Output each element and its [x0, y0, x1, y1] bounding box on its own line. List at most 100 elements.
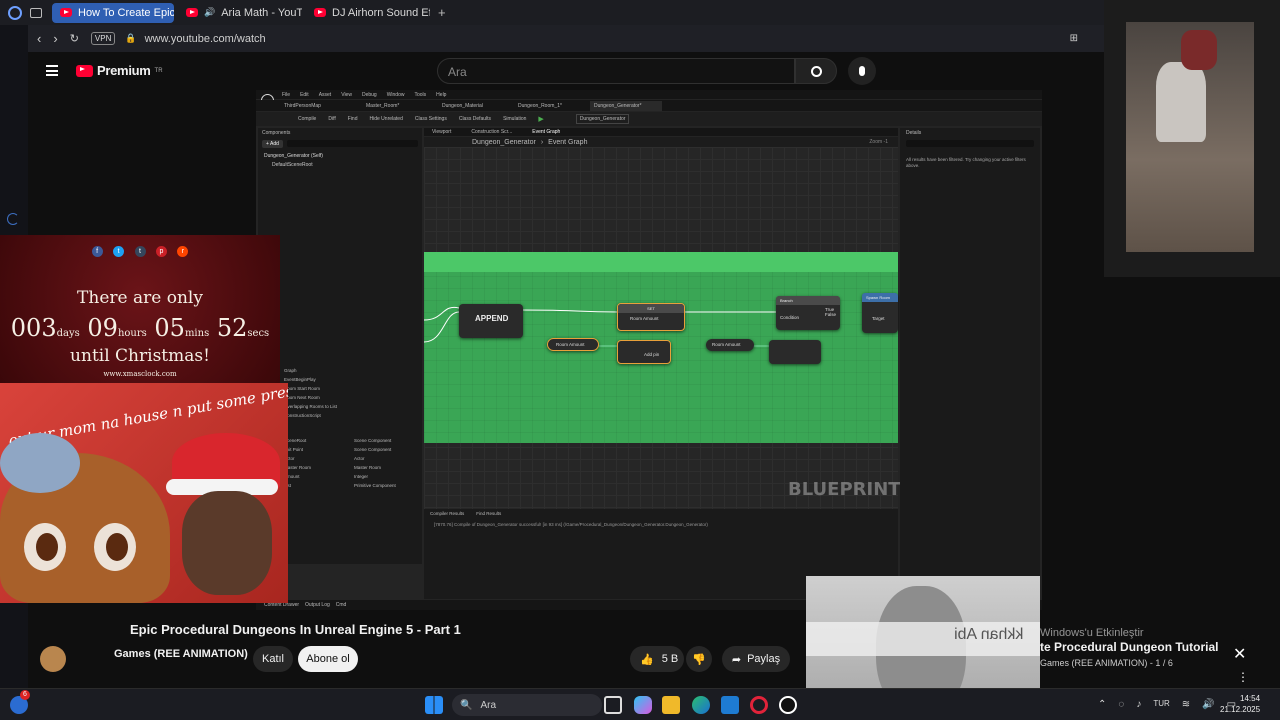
facebook-icon[interactable]: f: [91, 246, 103, 257]
network-icon[interactable]: ◌: [1118, 699, 1124, 710]
address-bar: ‹ › ↻ VPN 🔒 www.youtube.com/watch ⊞: [28, 25, 1104, 52]
menu-icon[interactable]: [46, 65, 58, 76]
windows-taskbar: 6 🔍 Ara ⌃ ◌ ♪ TUR ≋ 🔊 ▭ 14:54 21.12.2025: [0, 688, 1280, 720]
unreal-engine-icon[interactable]: [779, 696, 797, 714]
tab-viewport[interactable]: Viewport: [432, 129, 451, 135]
opera-icon[interactable]: [750, 696, 768, 714]
playlist-title[interactable]: te Procedural Dungeon Tutorial: [1040, 640, 1218, 654]
countdown-line3: until Christmas!: [70, 346, 210, 366]
tab-find-results[interactable]: Find Results: [476, 511, 501, 516]
find-button[interactable]: Find: [348, 116, 358, 122]
tab-construction-script[interactable]: Construction Scr...: [471, 129, 512, 135]
component-self[interactable]: Dungeon_Generator (Self): [258, 150, 422, 162]
graph-breadcrumb: Dungeon_Generator › Event Graph Zoom -1: [424, 137, 898, 147]
asset-tab[interactable]: ThirdPersonMap: [280, 101, 358, 111]
forward-icon[interactable]: ›: [53, 31, 57, 46]
tab-compiler-results[interactable]: Compiler Results: [430, 511, 464, 516]
room-amount-getter-2[interactable]: Room Amount: [706, 339, 754, 351]
subscribe-button[interactable]: Abone ol: [298, 646, 358, 672]
refresh-icon[interactable]: [7, 213, 19, 225]
class-settings-button[interactable]: Class Settings: [415, 116, 447, 122]
video-player[interactable]: File Edit Asset View Debug Window Tools Help Th…: [256, 90, 1042, 610]
voice-search-button[interactable]: [848, 57, 876, 85]
asset-tab[interactable]: Dungeon_Material: [438, 101, 510, 111]
spawn-room-node[interactable]: Spawn Room Target: [862, 293, 898, 333]
twitter-icon[interactable]: t: [113, 246, 125, 257]
search-button[interactable]: [795, 58, 837, 84]
opera-logo-icon[interactable]: [8, 5, 22, 20]
more-options-icon[interactable]: ⋮: [1237, 670, 1249, 684]
windows-start-icon[interactable]: [425, 696, 443, 714]
notification-badge[interactable]: 6: [10, 690, 30, 714]
asset-tab[interactable]: Dungeon_Generator*: [590, 100, 662, 111]
components-title: Components: [262, 130, 291, 136]
class-defaults-button[interactable]: Class Defaults: [459, 116, 491, 122]
mic-icon[interactable]: ♪: [1136, 699, 1141, 710]
clock[interactable]: 14:54 21.12.2025: [1220, 693, 1260, 715]
output-log-button[interactable]: Output Log: [305, 602, 330, 608]
details-title: Details: [906, 130, 922, 136]
store-icon[interactable]: [721, 696, 739, 714]
add-node[interactable]: Add pin: [617, 340, 671, 364]
tab-aria-math[interactable]: 🔊 Aria Math - YouTube: [178, 3, 302, 23]
details-search[interactable]: [906, 140, 1034, 147]
tab-how-to-create[interactable]: How To Create Epic P: [52, 2, 174, 23]
branch-node[interactable]: Branch Condition True False: [776, 296, 840, 330]
pin-icon[interactable]: ⊞: [1070, 33, 1078, 44]
vpn-badge[interactable]: VPN: [90, 32, 116, 45]
url-field[interactable]: www.youtube.com/watch: [145, 33, 266, 45]
cmd-button[interactable]: Cmd: [336, 602, 347, 608]
chevron-up-icon[interactable]: ⌃: [1098, 699, 1106, 710]
asset-tab[interactable]: Master_Room*: [362, 101, 434, 111]
zoom-level: Zoom -1: [869, 139, 888, 145]
append-node[interactable]: APPEND: [459, 304, 523, 338]
back-icon[interactable]: ‹: [37, 31, 41, 46]
reload-icon[interactable]: ↻: [70, 32, 79, 45]
wifi-icon[interactable]: ≋: [1182, 699, 1190, 710]
simulation-button[interactable]: Simulation: [503, 116, 526, 122]
hide-unrelated-button[interactable]: Hide Unrelated: [370, 116, 403, 122]
edge-icon[interactable]: [692, 696, 710, 714]
debug-object-select[interactable]: Dungeon_Generator: [575, 114, 630, 124]
pinterest-icon[interactable]: p: [155, 246, 167, 257]
countdown-site: www.xmasclock.com: [103, 370, 177, 378]
language-indicator[interactable]: TUR: [1153, 699, 1169, 710]
speaker-icon: 🔊: [204, 7, 216, 17]
set-node[interactable]: SET Room Amount: [617, 303, 685, 331]
youtube-icon: [314, 8, 326, 17]
tumblr-icon[interactable]: t: [134, 246, 146, 257]
share-button[interactable]: ➦ Paylaş: [722, 646, 790, 672]
file-explorer-icon[interactable]: [662, 696, 680, 714]
meme-overlay: out ur mom na house n put some presents …: [0, 383, 288, 603]
diff-button[interactable]: Diff: [328, 116, 335, 122]
lock-icon[interactable]: 🔒: [125, 33, 136, 44]
join-button[interactable]: Katıl: [253, 646, 293, 672]
room-amount-getter[interactable]: Room Amount: [547, 338, 599, 351]
compile-button[interactable]: Compile: [298, 116, 316, 122]
search-input[interactable]: Ara: [437, 58, 795, 84]
new-tab-button[interactable]: +: [438, 5, 446, 20]
volume-icon[interactable]: 🔊: [1202, 699, 1214, 710]
tab-workspaces-icon[interactable]: [30, 7, 42, 18]
add-component-button[interactable]: + Add: [262, 140, 283, 148]
channel-name[interactable]: Games (REE ANIMATION): [114, 648, 248, 660]
copilot-icon[interactable]: [634, 696, 652, 714]
compile-log-line: [7870.76] Compile of Dungeon_Generator s…: [434, 522, 708, 527]
task-view-icon[interactable]: [604, 696, 622, 714]
taskbar-search[interactable]: 🔍 Ara: [452, 694, 602, 716]
youtube-premium-logo[interactable]: Premium TR: [76, 63, 163, 78]
reddit-icon[interactable]: r: [177, 246, 189, 257]
compare-node[interactable]: [769, 340, 821, 364]
play-icon[interactable]: ▶: [538, 115, 543, 123]
asset-tab[interactable]: Dungeon_Room_1*: [514, 101, 586, 111]
breadcrumb-root[interactable]: Dungeon_Generator: [472, 139, 536, 146]
component-root[interactable]: DefaultSceneRoot: [258, 162, 422, 168]
tab-event-graph[interactable]: Event Graph: [532, 129, 560, 135]
countdown-line1: There are only: [77, 288, 203, 308]
dislike-button[interactable]: 👎: [686, 646, 712, 672]
channel-avatar[interactable]: [40, 646, 66, 672]
tab-dj-airhorn[interactable]: DJ Airhorn Sound Effect (: [306, 3, 430, 23]
components-search[interactable]: [286, 140, 418, 147]
close-icon[interactable]: ✕: [1233, 644, 1246, 664]
like-button[interactable]: 👍 5 B: [630, 646, 684, 672]
